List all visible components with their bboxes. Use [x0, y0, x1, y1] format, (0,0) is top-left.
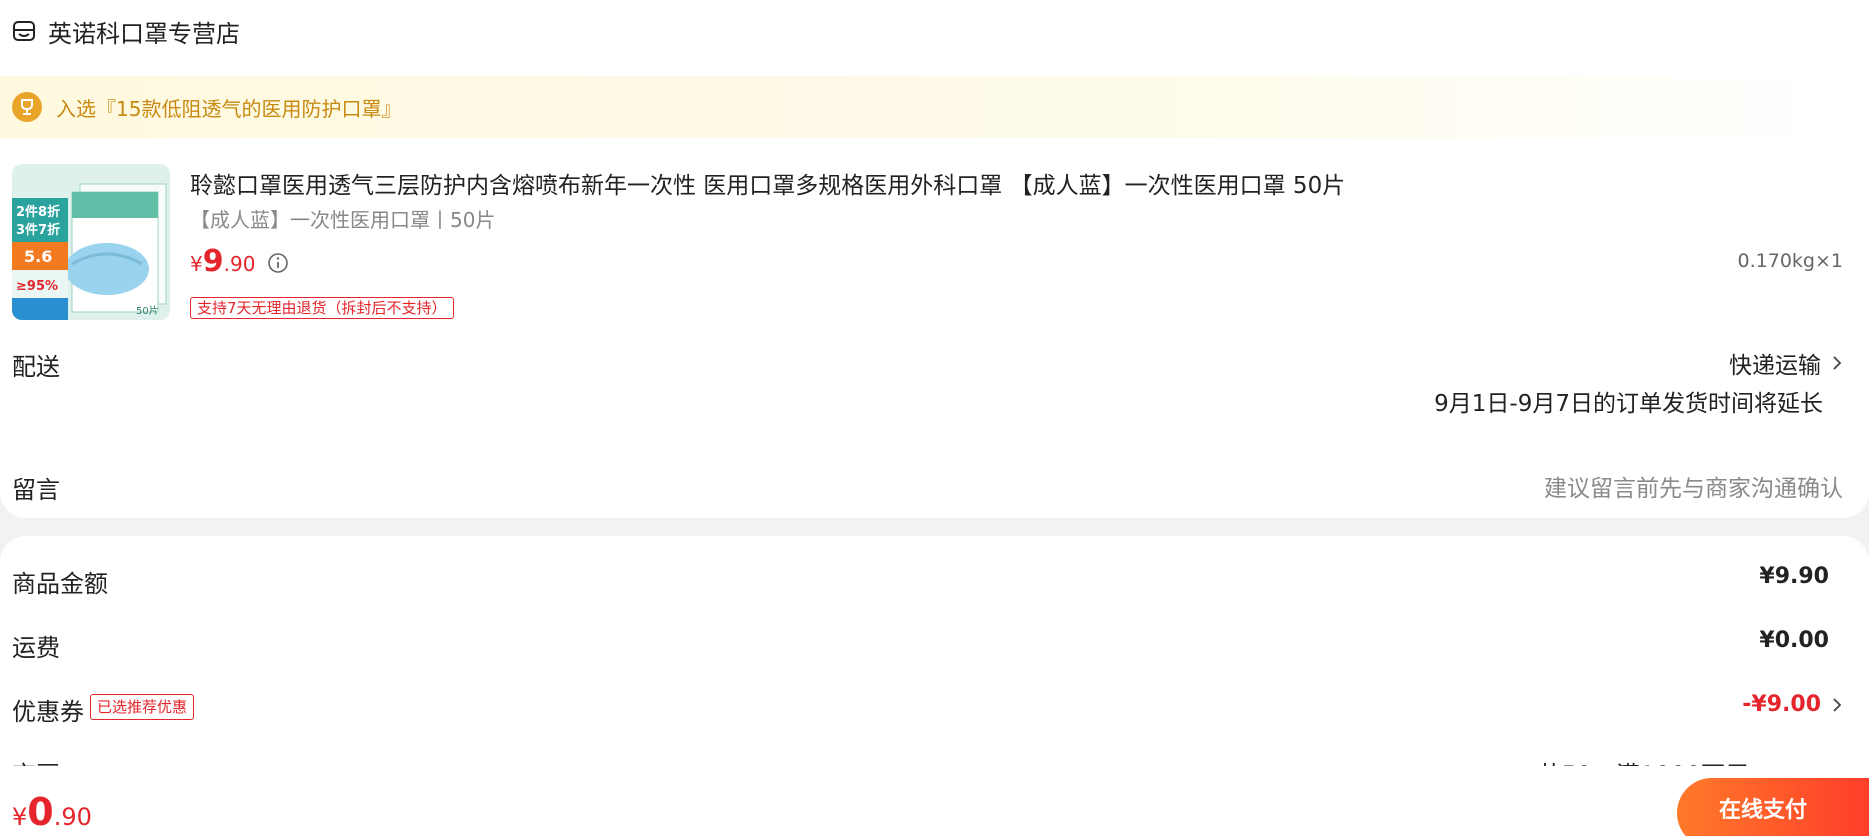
summary-card — [0, 536, 1869, 766]
product-weight: 0.170kg×1 — [1737, 250, 1843, 272]
image-filter: ≥95% — [16, 279, 58, 294]
chevron-right-icon — [1833, 356, 1842, 370]
product-image[interactable]: 2件8折 3件7折 5.6 ≥95% 50片 — [12, 164, 170, 320]
store-header[interactable]: 英诺科口罩专营店 — [12, 14, 240, 48]
info-icon[interactable] — [267, 252, 289, 274]
total-price: ¥ 0 .90 — [12, 790, 92, 834]
pay-button[interactable]: 在线支付 — [1677, 778, 1869, 836]
store-name: 英诺科口罩专营店 — [48, 19, 240, 48]
delivery-value: 快递运输 — [1729, 353, 1821, 379]
total-symbol: ¥ — [12, 803, 28, 831]
shipping-value: ¥0.00 — [1759, 628, 1829, 653]
checkout-bar: ¥ 0 .90 在线支付 — [0, 766, 1869, 836]
message-label: 留言 — [12, 476, 60, 504]
goods-amount-label: 商品金额 — [12, 570, 108, 598]
image-count: 50片 — [136, 304, 159, 317]
coupon-selector[interactable]: -¥9.00 — [1742, 692, 1843, 717]
shipping-label: 运费 — [12, 634, 60, 662]
price-symbol: ¥ — [190, 252, 203, 276]
image-discount-1: 2件8折 — [16, 204, 60, 220]
total-decimal: .90 — [53, 803, 92, 831]
order-card: 英诺科口罩专营店 入选『15款低阻透气的医用防护口罩』 2件8折 3件7折 5.… — [0, 0, 1869, 518]
coupon-label: 优惠券 — [12, 698, 84, 726]
total-integer: 0 — [27, 790, 54, 834]
banner-text: 入选『15款低阻透气的医用防护口罩』 — [56, 96, 402, 121]
product-title[interactable]: 聆懿口罩医用透气三层防护内含熔喷布新年一次性 医用口罩多规格医用外科口罩 【成人… — [190, 166, 1345, 200]
image-discount-2: 3件7折 — [16, 222, 60, 238]
return-policy-tag: 支持7天无理由退货（拆封后不支持） — [190, 297, 454, 319]
coupon-tag: 已选推荐优惠 — [90, 694, 195, 720]
ranking-banner[interactable]: 入选『15款低阻透气的医用防护口罩』 — [0, 76, 1869, 138]
delivery-option[interactable]: 快递运输 — [1729, 346, 1843, 380]
message-input[interactable]: 建议留言前先与商家沟通确认 — [1544, 469, 1843, 503]
image-price: 5.6 — [24, 247, 52, 266]
delivery-label: 配送 — [12, 353, 60, 381]
goods-amount-value: ¥9.90 — [1759, 564, 1829, 589]
trophy-icon — [12, 92, 42, 122]
delivery-note: 9月1日-9月7日的订单发货时间将延长 — [1434, 391, 1823, 417]
price-decimal: .90 — [223, 252, 256, 276]
price-integer: 9 — [202, 244, 224, 279]
store-icon — [13, 21, 35, 41]
chevron-right-icon — [1833, 697, 1842, 712]
coupon-value: -¥9.00 — [1742, 692, 1821, 717]
product-sku[interactable]: 【成人蓝】一次性医用口罩丨50片 — [190, 204, 495, 233]
product-price: ¥ 9 .90 — [190, 244, 289, 279]
